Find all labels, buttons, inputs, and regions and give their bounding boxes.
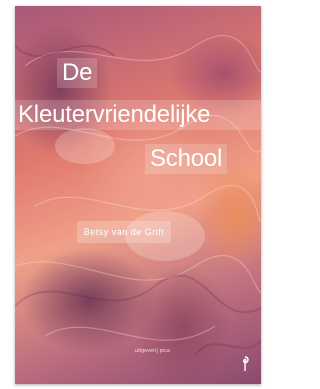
title-line-school: School xyxy=(145,144,228,174)
publisher-logo-icon xyxy=(243,356,249,371)
abstract-swirl-background xyxy=(15,35,261,357)
publisher-name: uitgeverij pica xyxy=(135,348,171,354)
title-line-de: De xyxy=(57,58,98,88)
title-line-kleutervriendelijke: Kleutervriendelijke xyxy=(15,100,261,130)
book-cover: De Kleutervriendelijke School Betsy van … xyxy=(15,6,261,384)
author-name: Betsy van de Grift xyxy=(77,221,171,243)
